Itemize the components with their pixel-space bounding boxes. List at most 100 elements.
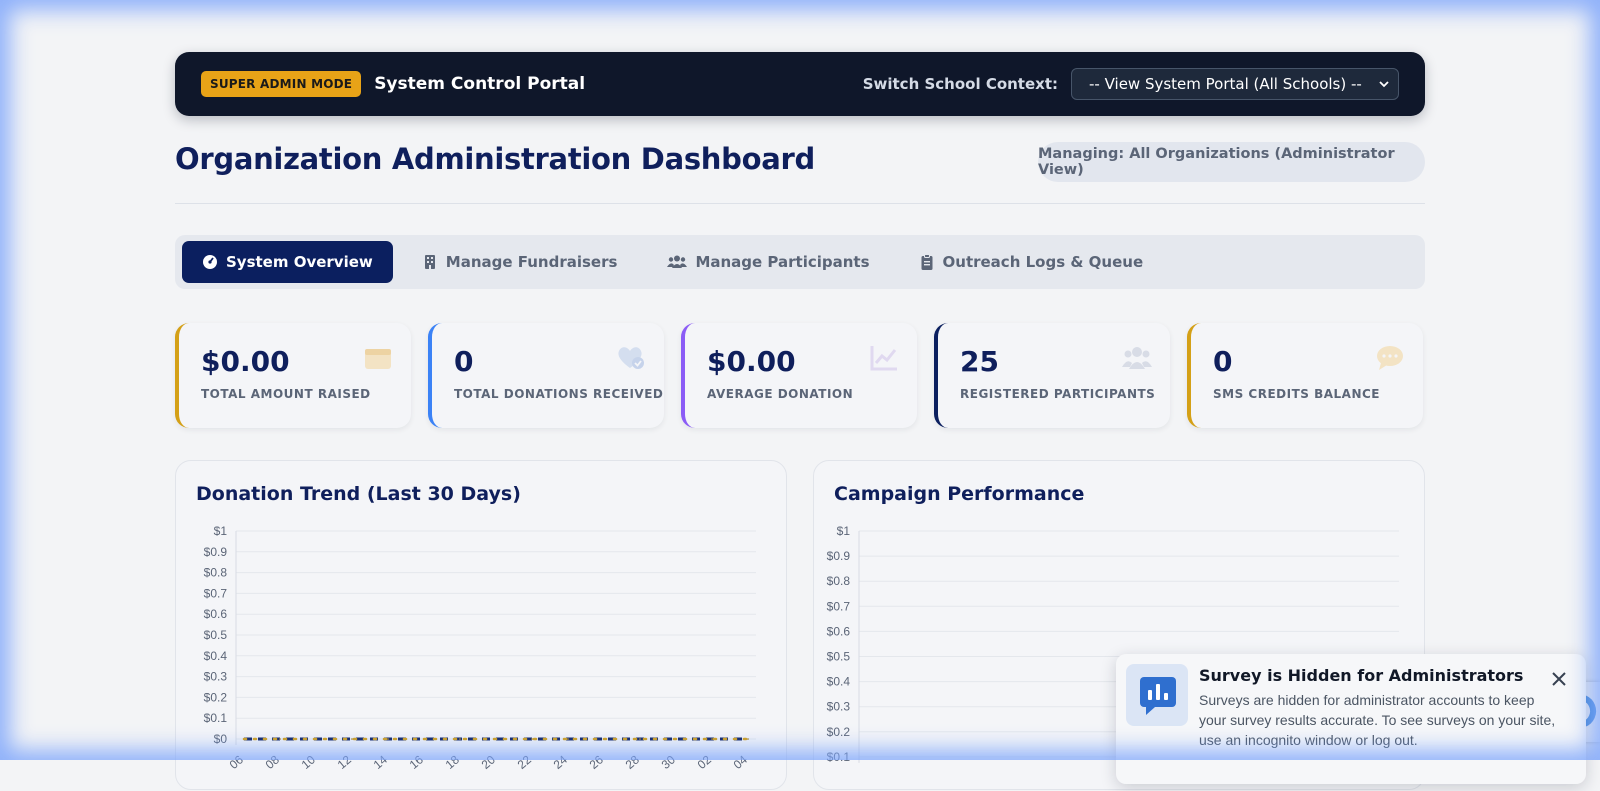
y-tick-label: $0.5 <box>827 650 851 664</box>
switch-school-label: Switch School Context: <box>862 75 1058 93</box>
dashboard-icon <box>203 255 217 269</box>
tab-label: Manage Fundraisers <box>445 253 618 271</box>
wallet-icon <box>365 349 391 369</box>
y-tick-label: $0.3 <box>204 670 228 684</box>
x-tick-label: 28 <box>623 752 642 772</box>
x-tick-label: 06 <box>227 752 246 772</box>
donation-trend-chart: $1 $0.9 $0.8 $0.7 $0.6 $0.5 $0.4 $0.3 $0.2 $0.1 $0… <box>204 524 756 772</box>
tab-system-overview[interactable]: System Overview <box>182 241 393 283</box>
y-tick-label: $0.6 <box>204 607 228 621</box>
x-tick-label: 24 <box>551 752 570 772</box>
stat-value: 0 <box>454 345 474 378</box>
stat-value: $0.00 <box>201 345 290 378</box>
stat-card-sms-credits: 0 SMS CREDITS BALANCE <box>1187 323 1423 428</box>
x-tick-label: 18 <box>443 752 462 772</box>
stat-card-total-raised: $0.00 TOTAL AMOUNT RAISED <box>175 323 411 428</box>
tab-bar: System Overview Manage Fundraisers Manag… <box>175 235 1425 289</box>
donation-trend-panel: Donation Trend (Last 30 Days) $1 $0.9 $0.8… <box>175 460 787 790</box>
data-point <box>459 738 461 740</box>
users-icon <box>1122 347 1152 369</box>
data-point <box>639 738 641 740</box>
y-tick-label: $0.1 <box>827 750 851 764</box>
data-point <box>567 738 569 740</box>
y-tick-label: $0.6 <box>827 624 851 638</box>
x-tick-label: 04 <box>731 752 750 772</box>
y-tick-label: $0.2 <box>827 725 851 739</box>
x-tick-label: 30 <box>659 752 678 772</box>
tab-manage-fundraisers[interactable]: Manage Fundraisers <box>422 241 618 283</box>
y-tick-label: $0.4 <box>204 649 228 663</box>
survey-chart-icon <box>1140 677 1176 715</box>
data-point <box>675 738 677 740</box>
data-point <box>747 738 749 740</box>
y-tick-label: $0.8 <box>827 574 851 588</box>
sms-icon <box>1377 346 1403 370</box>
stat-label: TOTAL DONATIONS RECEIVED <box>454 387 664 401</box>
tab-label: Outreach Logs & Queue <box>942 253 1144 271</box>
clipboard-icon <box>921 254 933 270</box>
page-title: Organization Administration Dashboard <box>175 142 815 176</box>
admin-top-bar: SUPER ADMIN MODE System Control Portal S… <box>175 52 1425 116</box>
data-point <box>495 738 497 740</box>
tab-manage-participants[interactable]: Manage Participants <box>667 241 870 283</box>
super-admin-badge: SUPER ADMIN MODE <box>201 71 362 97</box>
toast-message: Surveys are hidden for administrator acc… <box>1199 692 1556 748</box>
y-tick-label: $0.4 <box>827 675 851 689</box>
divider <box>175 203 1425 204</box>
stat-card-registered-participants: 25 REGISTERED PARTICIPANTS <box>934 323 1170 428</box>
data-point <box>423 738 425 740</box>
y-tick-label: $1 <box>214 524 228 538</box>
data-point <box>387 738 389 740</box>
x-tick-label: 02 <box>695 752 714 772</box>
stat-value: 0 <box>1213 345 1233 378</box>
y-tick-label: $0.9 <box>827 549 851 563</box>
y-tick-label: $0.7 <box>204 586 228 600</box>
stat-label: TOTAL AMOUNT RAISED <box>201 387 371 401</box>
close-icon[interactable] <box>1550 670 1568 688</box>
users-icon <box>667 255 688 268</box>
y-tick-label: $0.3 <box>827 700 851 714</box>
y-tick-label: $1 <box>837 524 851 538</box>
chart-line-icon <box>870 346 897 371</box>
stats-cards: $0.00 TOTAL AMOUNT RAISED 0 TOTAL DONATI… <box>175 323 1425 428</box>
chevron-down-icon <box>1379 81 1389 88</box>
tab-label: System Overview <box>226 253 373 271</box>
stat-card-total-donations: 0 TOTAL DONATIONS RECEIVED <box>428 323 664 428</box>
stat-value: 25 <box>960 345 999 378</box>
stat-value: $0.00 <box>707 345 796 378</box>
managing-scope-pill: Managing: All Organizations (Administrat… <box>1038 142 1425 182</box>
y-tick-label: $0.7 <box>827 599 851 613</box>
data-point <box>351 738 353 740</box>
data-point <box>243 738 245 740</box>
x-tick-label: 20 <box>479 752 498 772</box>
y-tick-label: $0.2 <box>204 690 228 704</box>
x-tick-label: 14 <box>371 752 390 772</box>
tab-label: Manage Participants <box>695 253 870 271</box>
toast-title: Survey is Hidden for Administrators <box>1199 666 1524 685</box>
survey-icon-box <box>1126 664 1188 726</box>
building-icon <box>424 255 435 269</box>
data-point <box>315 738 317 740</box>
data-point <box>711 738 713 740</box>
x-tick-label: 10 <box>299 752 318 772</box>
y-tick-label: $0.8 <box>204 566 228 580</box>
x-tick-label: 16 <box>407 752 426 772</box>
y-tick-label: $0.9 <box>204 545 228 559</box>
data-point <box>603 738 605 740</box>
data-point <box>279 738 281 740</box>
tab-outreach-logs[interactable]: Outreach Logs & Queue <box>919 241 1144 283</box>
x-tick-label: 12 <box>335 752 354 772</box>
x-tick-label: 22 <box>515 752 534 772</box>
x-tick-label: 08 <box>263 752 282 772</box>
portal-title: System Control Portal <box>374 74 586 94</box>
school-context-value: -- View System Portal (All Schools) -- <box>1089 75 1362 93</box>
stat-label: SMS CREDITS BALANCE <box>1213 387 1380 401</box>
survey-hidden-notice: Survey is Hidden for Administrators Surv… <box>1116 654 1586 784</box>
school-context-select[interactable]: -- View System Portal (All Schools) -- <box>1071 68 1399 100</box>
y-tick-label: $0.1 <box>204 711 228 725</box>
stat-label: REGISTERED PARTICIPANTS <box>960 387 1156 401</box>
y-tick-label: $0.5 <box>204 628 228 642</box>
stat-label: AVERAGE DONATION <box>707 387 854 401</box>
stat-card-average-donation: $0.00 AVERAGE DONATION <box>681 323 917 428</box>
heart-check-icon <box>618 347 644 369</box>
